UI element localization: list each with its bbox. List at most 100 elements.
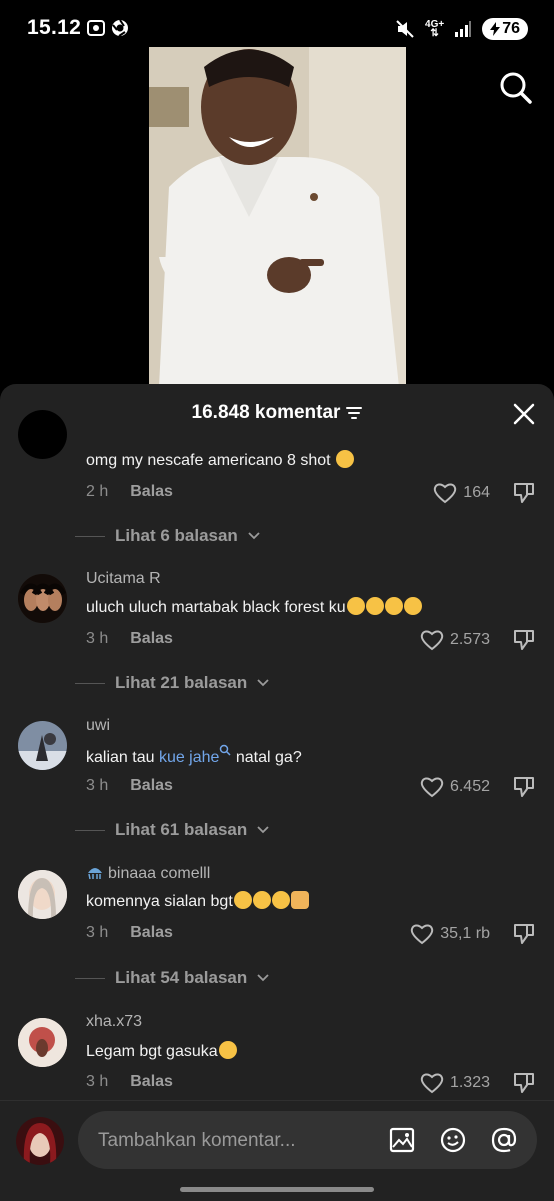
dislike-icon[interactable] xyxy=(512,481,536,505)
comment-time: 3 h xyxy=(86,630,109,647)
comment-item: xha.x73 Legam bgt gasuka 3 h Balas 1.323 xyxy=(0,1013,554,1113)
smiling-hearts-emoji xyxy=(346,597,365,615)
reply-button[interactable]: Balas xyxy=(130,630,173,648)
view-replies-label: Lihat 21 balasan xyxy=(115,673,248,692)
like-button[interactable]: 35,1 rb xyxy=(410,923,490,945)
divider xyxy=(75,829,105,831)
mute-vibrate-icon xyxy=(396,20,414,38)
comment-meta: 3 h Balas xyxy=(86,777,173,795)
like-count: 6.452 xyxy=(449,778,490,795)
comment-username[interactable]: uwi xyxy=(86,717,110,735)
comment-item: binaaa comelll komennya sialan bgt 3 h B… xyxy=(0,864,554,1004)
chevron-down-icon xyxy=(257,826,269,834)
avatar[interactable] xyxy=(18,1018,67,1067)
crying-face-emoji xyxy=(336,450,355,468)
mention-icon[interactable] xyxy=(490,1126,518,1154)
divider xyxy=(75,977,105,979)
avatar[interactable] xyxy=(18,410,67,459)
like-count: 164 xyxy=(463,484,490,501)
chevron-down-icon xyxy=(257,679,269,687)
dislike-icon[interactable] xyxy=(512,922,536,946)
comment-username[interactable]: xha.x73 xyxy=(86,1013,142,1031)
dislike-icon[interactable] xyxy=(512,628,536,652)
comment-item: omg my nescafe americano 8 shot 2 h Bala… xyxy=(0,410,554,574)
heart-icon xyxy=(420,630,444,651)
like-button[interactable]: 2.573 xyxy=(420,629,490,651)
reply-button[interactable]: Balas xyxy=(130,1073,173,1091)
view-replies-button[interactable]: Lihat 54 balasan xyxy=(75,968,269,988)
like-count: 2.573 xyxy=(449,631,490,648)
divider xyxy=(75,682,105,684)
like-button[interactable]: 1.323 xyxy=(420,1072,490,1094)
view-replies-label: Lihat 61 balasan xyxy=(115,820,248,839)
comment-input-bar xyxy=(0,1100,554,1201)
view-replies-button[interactable]: Lihat 6 balasan xyxy=(75,526,260,546)
avatar[interactable] xyxy=(18,721,67,770)
dislike-icon[interactable] xyxy=(512,775,536,799)
current-user-avatar[interactable] xyxy=(16,1117,64,1165)
comment-meta: 3 h Balas xyxy=(86,1073,173,1091)
comment-input[interactable] xyxy=(96,1111,370,1171)
like-button[interactable]: 6.452 xyxy=(420,776,490,798)
like-button[interactable]: 164 xyxy=(433,482,490,504)
divider xyxy=(75,535,105,537)
comment-username[interactable]: Ucitama R xyxy=(86,570,161,588)
comment-item: uwi kalian tau kue jahe natal ga? 3 h Ba… xyxy=(0,717,554,857)
smiling-hearts-emoji xyxy=(384,597,403,615)
reply-button[interactable]: Balas xyxy=(130,777,173,795)
search-icon[interactable] xyxy=(498,70,534,106)
heart-icon xyxy=(420,1073,444,1094)
folded-hands-emoji xyxy=(290,891,309,909)
heart-icon xyxy=(410,924,434,945)
comment-text: kalian tau kue jahe natal ga? xyxy=(86,744,302,767)
view-replies-label: Lihat 6 balasan xyxy=(115,526,238,545)
comment-text: komennya sialan bgt xyxy=(86,891,309,911)
search-link-icon[interactable] xyxy=(219,744,231,756)
sort-filter-icon[interactable] xyxy=(346,406,363,420)
video-frame-image xyxy=(149,47,406,387)
comment-time: 2 h xyxy=(86,483,109,500)
comment-time: 3 h xyxy=(86,924,109,941)
comment-meta: 3 h Balas xyxy=(86,924,173,942)
heart-icon xyxy=(420,777,444,798)
crying-face-emoji xyxy=(252,891,271,909)
status-time: 15.12 xyxy=(27,16,82,39)
search-link[interactable]: kue jahe xyxy=(159,749,220,766)
avatar[interactable] xyxy=(18,870,67,919)
reply-button[interactable]: Balas xyxy=(130,924,173,942)
comment-meta: 2 h Balas xyxy=(86,483,173,501)
comment-text: Legam bgt gasuka xyxy=(86,1041,237,1061)
chevron-down-icon xyxy=(248,532,260,540)
image-icon[interactable] xyxy=(388,1126,416,1154)
chrome-icon xyxy=(112,19,128,37)
status-left-icons xyxy=(86,18,130,38)
comment-meta: 3 h Balas xyxy=(86,630,173,648)
signal-icon xyxy=(455,21,472,37)
reply-button[interactable]: Balas xyxy=(130,483,173,501)
comment-username[interactable]: binaaa comelll xyxy=(86,864,210,883)
screen-record-icon xyxy=(87,20,105,36)
comment-count: 16.848 komentar xyxy=(191,402,341,423)
dislike-icon[interactable] xyxy=(512,1071,536,1095)
view-replies-button[interactable]: Lihat 61 balasan xyxy=(75,820,269,840)
comment-text: omg my nescafe americano 8 shot xyxy=(86,450,355,470)
status-right-icons: 4G+ ⇅ 76 xyxy=(395,18,528,40)
emoji-icon[interactable] xyxy=(439,1126,467,1154)
heart-icon xyxy=(434,483,457,504)
comment-time: 3 h xyxy=(86,1073,109,1090)
avatar[interactable] xyxy=(18,574,67,623)
close-icon[interactable] xyxy=(512,402,536,426)
kissing-face-emoji xyxy=(403,597,422,615)
crying-face-emoji xyxy=(218,1041,237,1059)
comment-time: 3 h xyxy=(86,777,109,794)
view-replies-button[interactable]: Lihat 21 balasan xyxy=(75,673,269,693)
network-type: 4G+ ⇅ xyxy=(425,19,445,39)
chevron-down-icon xyxy=(257,974,269,982)
battery-indicator: 76 xyxy=(482,18,528,40)
crying-face-emoji xyxy=(271,891,290,909)
comment-input-box[interactable] xyxy=(78,1111,537,1171)
comment-sheet: 16.848 komentar omg my nescafe americano… xyxy=(0,384,554,1200)
battery-level: 76 xyxy=(502,20,520,37)
video-preview[interactable] xyxy=(149,47,406,387)
like-count: 35,1 rb xyxy=(440,925,490,942)
